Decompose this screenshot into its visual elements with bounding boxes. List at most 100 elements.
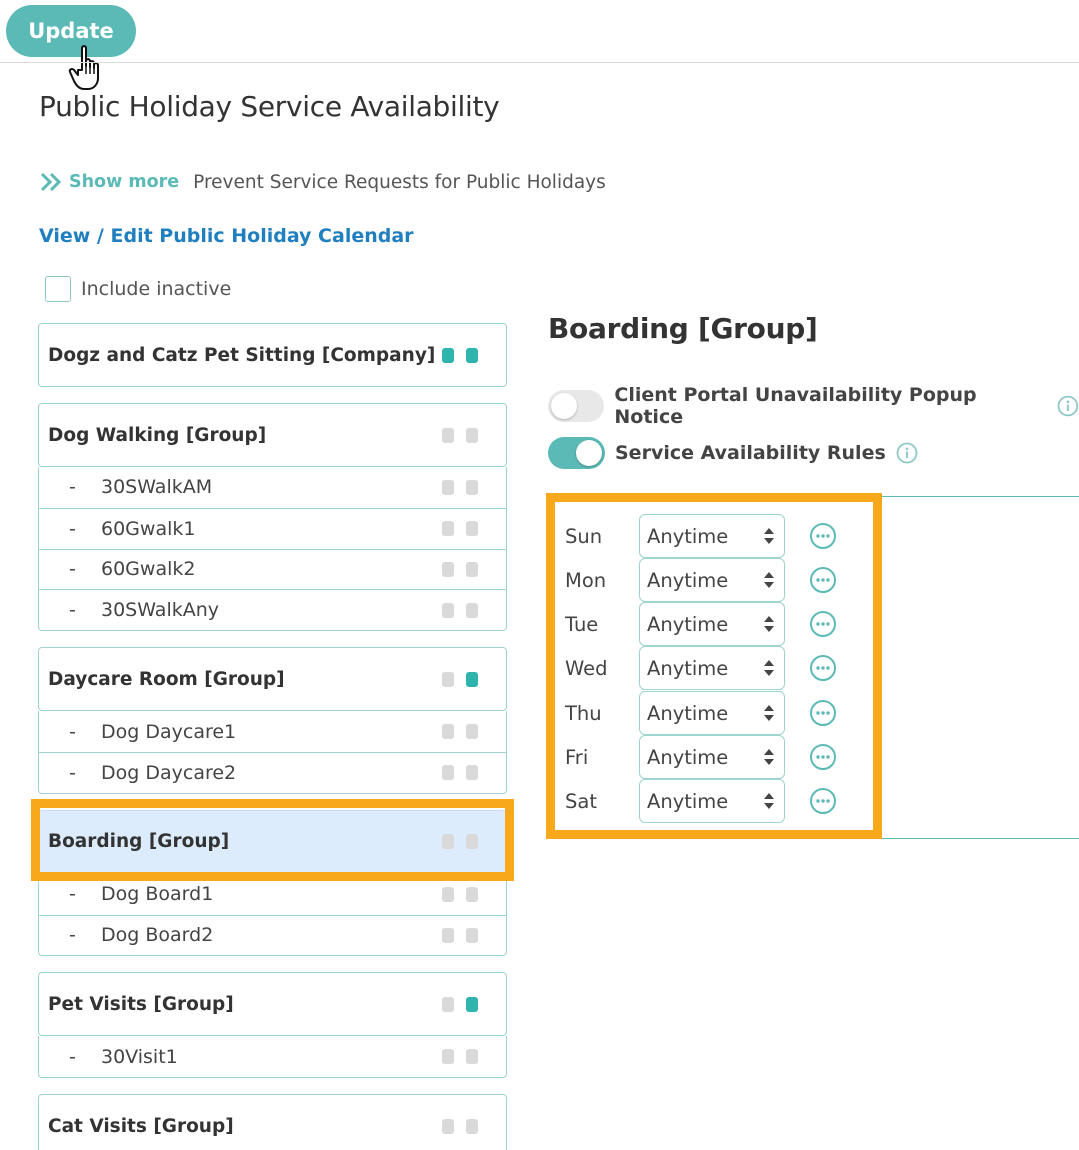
- day-name: Sat: [565, 789, 597, 813]
- show-more-link[interactable]: Show more: [69, 172, 179, 192]
- toggle-knob: [551, 393, 577, 419]
- service-name: 30SWalkAM: [101, 476, 213, 499]
- service-label: - 30SWalkAM: [69, 476, 212, 498]
- service-label: - 60Gwalk1: [69, 518, 195, 540]
- status-flag-off: [466, 724, 478, 740]
- day-availability-value: Anytime: [647, 612, 729, 636]
- sort-arrows-icon: [764, 572, 774, 588]
- service-status-flags: [442, 1049, 478, 1065]
- service-row[interactable]: - 60Gwalk1: [39, 507, 506, 549]
- more-options-icon[interactable]: [809, 787, 837, 815]
- service-row[interactable]: - 60Gwalk2: [39, 548, 506, 590]
- service-status-flags: [442, 765, 478, 781]
- group-card[interactable]: Dogz and Catz Pet Sitting [Company]: [38, 323, 507, 387]
- status-flag-off: [442, 886, 454, 902]
- day-availability-select[interactable]: Anytime: [639, 735, 785, 779]
- status-flag-off: [442, 602, 454, 618]
- service-row[interactable]: - 30SWalkAny: [39, 589, 506, 630]
- service-row[interactable]: - Dog Board2: [39, 914, 506, 956]
- info-icon[interactable]: [896, 442, 918, 464]
- day-availability-select[interactable]: Anytime: [639, 558, 785, 602]
- public-holiday-calendar-link[interactable]: View / Edit Public Holiday Calendar: [39, 225, 414, 247]
- day-availability-select[interactable]: Anytime: [639, 514, 785, 558]
- group-header[interactable]: Pet Visits [Group]: [39, 973, 506, 1035]
- service-row[interactable]: - Dog Daycare2: [39, 751, 506, 793]
- service-dash: -: [69, 761, 76, 784]
- group-status-flags: [442, 427, 478, 443]
- group-header[interactable]: Dog Walking [Group]: [39, 404, 506, 466]
- group-name: Dogz and Catz Pet Sitting [Company]: [48, 344, 436, 366]
- day-availability-select[interactable]: Anytime: [639, 646, 785, 690]
- availability-rules-toggle[interactable]: [548, 437, 605, 469]
- day-name: Thu: [565, 701, 602, 725]
- sort-arrows-icon: [764, 793, 774, 809]
- group-card[interactable]: Dog Walking [Group]: [38, 403, 507, 467]
- status-flag-off: [442, 996, 454, 1012]
- info-icon[interactable]: [1057, 395, 1079, 417]
- detail-title: Boarding [Group]: [548, 312, 818, 345]
- service-dash: -: [69, 599, 76, 622]
- page-title: Public Holiday Service Availability: [39, 90, 500, 123]
- service-row[interactable]: - Dog Daycare1: [39, 711, 506, 752]
- group-card[interactable]: Pet Visits [Group]: [38, 972, 507, 1037]
- group-status-flags: [442, 671, 478, 687]
- day-availability-select[interactable]: Anytime: [639, 602, 785, 646]
- portal-notice-row: Client Portal Unavailability Popup Notic…: [548, 384, 1079, 428]
- include-inactive-checkbox[interactable]: [45, 276, 71, 302]
- more-options-icon[interactable]: [809, 610, 837, 638]
- day-availability-value: Anytime: [647, 701, 729, 725]
- status-flag-off: [442, 521, 454, 537]
- hand-pointer-cursor-icon: [68, 45, 99, 90]
- service-label: - Dog Daycare1: [69, 721, 236, 743]
- service-status-flags: [442, 724, 478, 740]
- day-availability-value: Anytime: [647, 656, 729, 680]
- day-rule-row: Wed Anytime: [565, 646, 837, 690]
- more-options-icon[interactable]: [809, 743, 837, 771]
- service-status-flags: [442, 521, 478, 537]
- service-name: Dog Board1: [101, 883, 214, 906]
- more-options-icon[interactable]: [809, 522, 837, 550]
- status-flag-on: [442, 347, 454, 363]
- group-header[interactable]: Dogz and Catz Pet Sitting [Company]: [39, 324, 506, 386]
- status-flag-on: [466, 347, 478, 363]
- show-more-description: Prevent Service Requests for Public Holi…: [193, 171, 606, 193]
- double-chevron-right-icon[interactable]: [39, 170, 65, 194]
- day-availability-value: Anytime: [647, 789, 729, 813]
- group-header[interactable]: Daycare Room [Group]: [39, 648, 506, 710]
- show-more-row: Show more Prevent Service Requests for P…: [39, 170, 606, 194]
- service-row[interactable]: - 30SWalkAM: [39, 467, 506, 508]
- status-flag-off: [442, 1118, 454, 1134]
- group-service-list: - 30SWalkAM - 60Gwalk1 - 60Gwalk2 - 30SWalkAny: [38, 467, 507, 632]
- status-flag-off: [442, 427, 454, 443]
- day-rule-row: Thu Anytime: [565, 691, 837, 735]
- status-flag-off: [466, 427, 478, 443]
- day-rule-row: Sat Anytime: [565, 779, 837, 823]
- more-options-icon[interactable]: [809, 654, 837, 682]
- availability-rules-row: Service Availability Rules: [548, 437, 918, 469]
- portal-notice-toggle[interactable]: [548, 390, 605, 422]
- service-status-flags: [442, 602, 478, 618]
- more-options-icon[interactable]: [809, 566, 837, 594]
- day-availability-select[interactable]: Anytime: [639, 691, 785, 735]
- more-options-icon[interactable]: [809, 699, 837, 727]
- include-inactive-row: Include inactive: [45, 276, 231, 302]
- header-divider: [0, 62, 1079, 63]
- group-header[interactable]: Cat Visits [Group]: [39, 1095, 506, 1150]
- sort-arrows-icon: [764, 616, 774, 632]
- service-name: 60Gwalk1: [101, 517, 196, 540]
- service-label: - Dog Board1: [69, 883, 213, 905]
- service-row[interactable]: - 30Visit1: [39, 1036, 506, 1077]
- service-label: - Dog Daycare2: [69, 762, 236, 784]
- group-card[interactable]: Cat Visits [Group]: [38, 1094, 507, 1150]
- group-status-flags: [442, 996, 478, 1012]
- sort-arrows-icon: [764, 705, 774, 721]
- day-availability-select[interactable]: Anytime: [639, 779, 785, 823]
- service-label: - 30Visit1: [69, 1046, 178, 1068]
- service-status-flags: [442, 561, 478, 577]
- group-card[interactable]: Daycare Room [Group]: [38, 647, 507, 712]
- status-flag-off: [466, 927, 478, 943]
- service-dash: -: [69, 476, 76, 499]
- group-status-flags: [442, 347, 478, 363]
